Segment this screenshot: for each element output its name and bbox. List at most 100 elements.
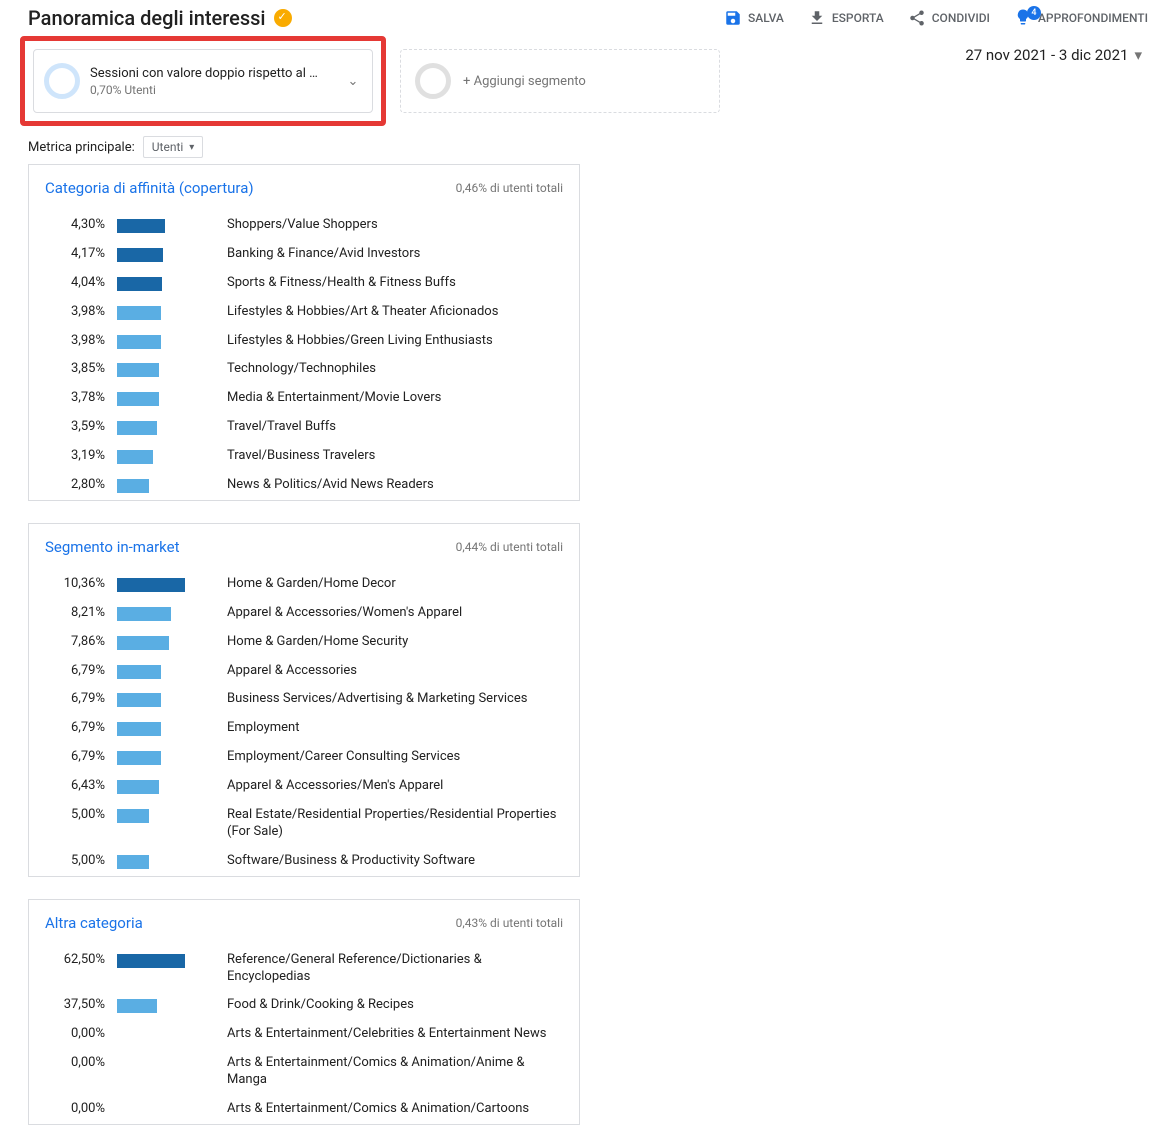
share-button[interactable]: CONDIVIDI	[908, 9, 990, 27]
metric-dropdown[interactable]: Utenti ▾	[143, 136, 204, 158]
row-label[interactable]: Sports & Fitness/Health & Fitness Buffs	[215, 275, 563, 292]
row-label[interactable]: Software/Business & Productivity Softwar…	[215, 853, 563, 870]
download-icon	[808, 9, 826, 27]
row-label[interactable]: Arts & Entertainment/Comics & Animation/…	[215, 1055, 563, 1089]
row-bar-cell	[117, 778, 215, 794]
row-label[interactable]: Reference/General Reference/Dictionaries…	[215, 952, 563, 986]
row-bar-cell	[117, 1055, 215, 1071]
date-range-picker[interactable]: 27 nov 2021 - 3 dic 2021 ▾	[965, 46, 1142, 64]
row-bar	[117, 277, 162, 291]
verified-badge-icon	[274, 9, 292, 27]
row-bar	[117, 751, 161, 765]
row-percent: 4,30%	[45, 217, 117, 232]
row-bar	[117, 248, 163, 262]
row-percent: 3,59%	[45, 419, 117, 434]
table-row: 3,78%Media & Entertainment/Movie Lovers	[29, 384, 579, 413]
row-percent: 6,43%	[45, 778, 117, 793]
row-label[interactable]: Technology/Technophiles	[215, 361, 563, 378]
row-percent: 62,50%	[45, 952, 117, 967]
metric-label: Metrica principale:	[28, 140, 135, 155]
row-percent: 6,79%	[45, 691, 117, 706]
row-label[interactable]: Apparel & Accessories/Men's Apparel	[215, 778, 563, 795]
table-row: 3,19% Travel/Business Travelers	[29, 442, 579, 471]
row-label[interactable]: Food & Drink/Cooking & Recipes	[215, 997, 563, 1014]
affinity-title[interactable]: Categoria di affinità (copertura)	[45, 179, 254, 197]
active-segment-chip[interactable]: Sessioni con valore doppio rispetto al ……	[33, 49, 373, 113]
row-bar-cell	[117, 1026, 215, 1042]
export-button[interactable]: ESPORTA	[808, 9, 884, 27]
row-percent: 6,79%	[45, 749, 117, 764]
row-bar	[117, 809, 149, 823]
row-percent: 4,04%	[45, 275, 117, 290]
row-percent: 6,79%	[45, 720, 117, 735]
table-row: 62,50% Reference/General Reference/Dictio…	[29, 946, 579, 992]
row-label[interactable]: Business Services/Advertising & Marketin…	[215, 691, 563, 708]
row-label[interactable]: Home & Garden/Home Security	[215, 634, 563, 651]
row-label[interactable]: Travel/Business Travelers	[215, 448, 563, 465]
row-label[interactable]: Banking & Finance/Avid Investors	[215, 246, 563, 263]
row-bar	[117, 421, 157, 435]
table-row: 5,00%Real Estate/Residential Properties/…	[29, 801, 579, 847]
table-row: 4,04% Sports & Fitness/Health & Fitness B…	[29, 269, 579, 298]
table-row: 10,36%Home & Garden/Home Decor	[29, 570, 579, 599]
row-bar	[117, 363, 159, 377]
row-label[interactable]: Employment/Career Consulting Services	[215, 749, 563, 766]
row-label[interactable]: News & Politics/Avid News Readers	[215, 477, 563, 494]
chevron-down-icon[interactable]: ⌄	[344, 74, 362, 89]
other-title[interactable]: Altra categoria	[45, 914, 143, 932]
row-bar	[117, 636, 169, 650]
table-row: 6,79% Employment/Career Consulting Servic…	[29, 743, 579, 772]
other-panel: Altra categoria 0,43% di utenti totali 6…	[28, 899, 580, 1125]
row-label[interactable]: Travel/Travel Buffs	[215, 419, 563, 436]
save-button[interactable]: SALVA	[724, 9, 784, 27]
table-row: 6,79%Apparel & Accessories	[29, 657, 579, 686]
insights-label: APPROFONDIMENTI	[1038, 11, 1148, 25]
table-row: 0,00%Arts & Entertainment/Celebrities & …	[29, 1020, 579, 1049]
row-bar	[117, 450, 153, 464]
row-label[interactable]: Real Estate/Residential Properties/Resid…	[215, 807, 563, 841]
row-label[interactable]: Shoppers/Value Shoppers	[215, 217, 563, 234]
row-label[interactable]: Lifestyles & Hobbies/Art & Theater Afici…	[215, 304, 563, 321]
row-label[interactable]: Arts & Entertainment/Comics & Animation/…	[215, 1101, 563, 1118]
share-icon	[908, 9, 926, 27]
row-bar	[117, 607, 171, 621]
row-bar-cell	[117, 275, 215, 291]
row-bar-cell	[117, 217, 215, 233]
row-label[interactable]: Arts & Entertainment/Celebrities & Enter…	[215, 1026, 563, 1043]
row-bar	[117, 392, 159, 406]
other-subtitle: 0,43% di utenti totali	[456, 916, 563, 930]
insights-badge: 4	[1027, 6, 1041, 20]
row-bar	[117, 855, 149, 869]
export-label: ESPORTA	[832, 11, 884, 25]
table-row: 0,00%Arts & Entertainment/Comics & Anima…	[29, 1049, 579, 1095]
row-bar-cell	[117, 853, 215, 869]
inmarket-title[interactable]: Segmento in-market	[45, 538, 180, 556]
table-row: 3,59% Travel/Travel Buffs	[29, 413, 579, 442]
row-percent: 4,17%	[45, 246, 117, 261]
row-label[interactable]: Lifestyles & Hobbies/Green Living Enthus…	[215, 333, 563, 350]
row-percent: 2,80%	[45, 477, 117, 492]
row-bar-cell	[117, 634, 215, 650]
row-bar	[117, 999, 157, 1013]
row-label[interactable]: Home & Garden/Home Decor	[215, 576, 563, 593]
row-bar	[117, 219, 165, 233]
row-bar	[117, 665, 161, 679]
row-bar-cell	[117, 749, 215, 765]
row-bar-cell	[117, 807, 215, 823]
row-bar	[117, 335, 161, 349]
row-label[interactable]: Apparel & Accessories	[215, 663, 563, 680]
metric-value: Utenti	[152, 140, 184, 154]
date-range-label: 27 nov 2021 - 3 dic 2021	[965, 46, 1128, 64]
insights-button[interactable]: 4 APPROFONDIMENTI	[1014, 8, 1148, 29]
row-bar	[117, 722, 161, 736]
add-segment-button[interactable]: + Aggiungi segmento	[400, 49, 720, 113]
row-percent: 3,19%	[45, 448, 117, 463]
row-label[interactable]: Media & Entertainment/Movie Lovers	[215, 390, 563, 407]
row-bar	[117, 578, 185, 592]
inmarket-panel: Segmento in-market 0,44% di utenti total…	[28, 523, 580, 877]
row-label[interactable]: Employment	[215, 720, 563, 737]
segment-title: Sessioni con valore doppio rispetto al …	[90, 66, 344, 81]
row-bar-cell	[117, 997, 215, 1013]
table-row: 7,86%Home & Garden/Home Security	[29, 628, 579, 657]
row-label[interactable]: Apparel & Accessories/Women's Apparel	[215, 605, 563, 622]
